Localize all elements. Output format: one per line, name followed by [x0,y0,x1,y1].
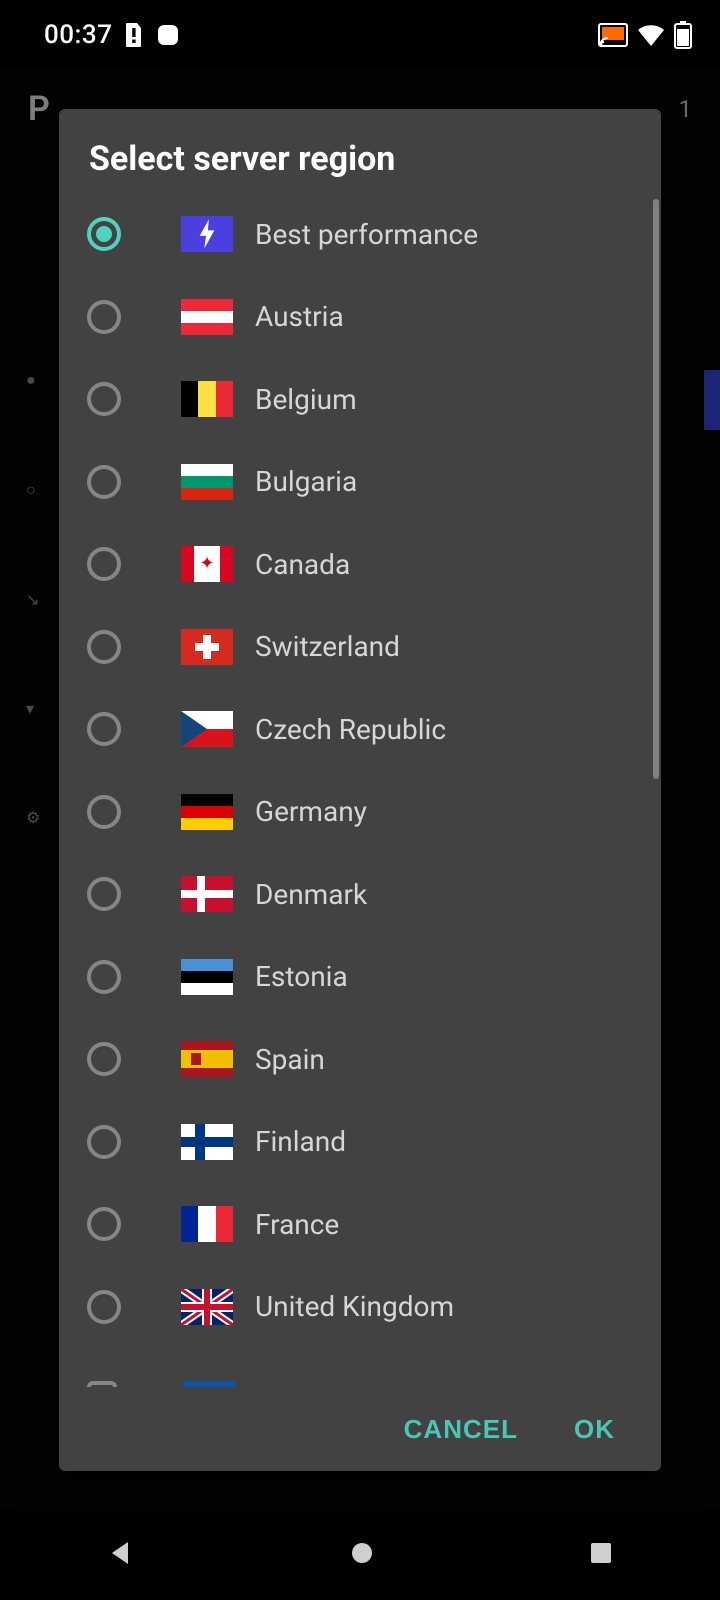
region-label: Germany [255,795,367,828]
sim-alert-icon [124,22,144,48]
nav-home-icon[interactable] [347,1538,377,1572]
flag-belgium-icon [181,381,233,417]
radio-button[interactable] [87,1207,121,1241]
region-option-ch[interactable]: Switzerland [83,606,651,689]
flag-uk-icon [181,1289,233,1325]
flag-bulgaria-icon [181,464,233,500]
radio-button[interactable] [87,217,121,251]
radio-button[interactable] [87,1042,121,1076]
server-region-dialog: Select server region Best performance Aus… [59,109,661,1471]
region-label: Canada [255,548,350,581]
cancel-button[interactable]: CANCEL [404,1414,518,1445]
region-label: Best performance [255,218,478,251]
radio-button[interactable] [87,877,121,911]
region-option-fr[interactable]: France [83,1183,651,1266]
radio-button[interactable] [87,382,121,416]
region-option-bg[interactable]: Bulgaria [83,441,651,524]
region-option-at[interactable]: Austria [83,276,651,359]
radio-button[interactable] [87,300,121,334]
dialog-actions: CANCEL OK [59,1387,661,1471]
flag-denmark-icon [181,876,233,912]
flag-germany-icon [181,794,233,830]
flag-spain-icon [181,1041,233,1077]
region-label: Belgium [255,383,357,416]
flag-canada-icon: ✦ [181,546,233,582]
ok-button[interactable]: OK [574,1414,621,1445]
region-option-best[interactable]: Best performance [83,193,651,276]
radio-button[interactable] [87,630,121,664]
status-bar: 00:37 [0,0,720,70]
region-option-dk[interactable]: Denmark [83,853,651,936]
flag-czech-icon [181,711,233,747]
nav-back-icon[interactable] [106,1538,136,1572]
modal-overlay: Select server region Best performance Aus… [0,70,720,1510]
radio-button[interactable] [87,547,121,581]
region-label: France [255,1208,339,1241]
region-label: Switzerland [255,630,400,663]
flag-switzerland-icon [181,629,233,665]
region-option-de[interactable]: Germany [83,771,651,854]
region-option-gb[interactable]: United Kingdom [83,1266,651,1349]
region-label: Estonia [255,960,348,993]
radio-button[interactable] [87,465,121,499]
radio-button[interactable] [87,960,121,994]
region-option-cz[interactable]: Czech Republic [83,688,651,771]
region-list[interactable]: Best performance Austria Belgium Bulgaria ✦ C… [83,193,651,1348]
system-nav-bar [0,1510,720,1600]
region-label: Spain [255,1043,325,1076]
cast-icon [598,23,628,47]
flag-estonia-icon [181,959,233,995]
radio-button[interactable] [87,712,121,746]
region-label: Austria [255,300,344,333]
region-option-es[interactable]: Spain [83,1018,651,1101]
flag-austria-icon [181,299,233,335]
flag-france-icon [181,1206,233,1242]
status-time: 00:37 [44,20,112,50]
region-label: Bulgaria [255,465,357,498]
battery-icon [674,21,692,49]
region-option-be[interactable]: Belgium [83,358,651,441]
region-label: Czech Republic [255,713,446,746]
region-option-fi[interactable]: Finland [83,1101,651,1184]
region-label: United Kingdom [255,1290,454,1323]
region-label: Denmark [255,878,367,911]
scrollbar-thumb[interactable] [653,199,659,779]
list-row-peek [83,1381,651,1387]
flag-finland-icon [181,1124,233,1160]
region-option-ee[interactable]: Estonia [83,936,651,1019]
nav-recent-icon[interactable] [588,1540,614,1570]
dialog-title: Select server region [59,109,661,193]
region-option-ca[interactable]: ✦ Canada [83,523,651,606]
app-indicator-icon [156,23,180,47]
radio-button[interactable] [87,1125,121,1159]
radio-button[interactable] [87,1290,121,1324]
wifi-icon [636,23,666,47]
region-label: Finland [255,1125,346,1158]
radio-button[interactable] [87,795,121,829]
lightning-icon [181,216,233,252]
